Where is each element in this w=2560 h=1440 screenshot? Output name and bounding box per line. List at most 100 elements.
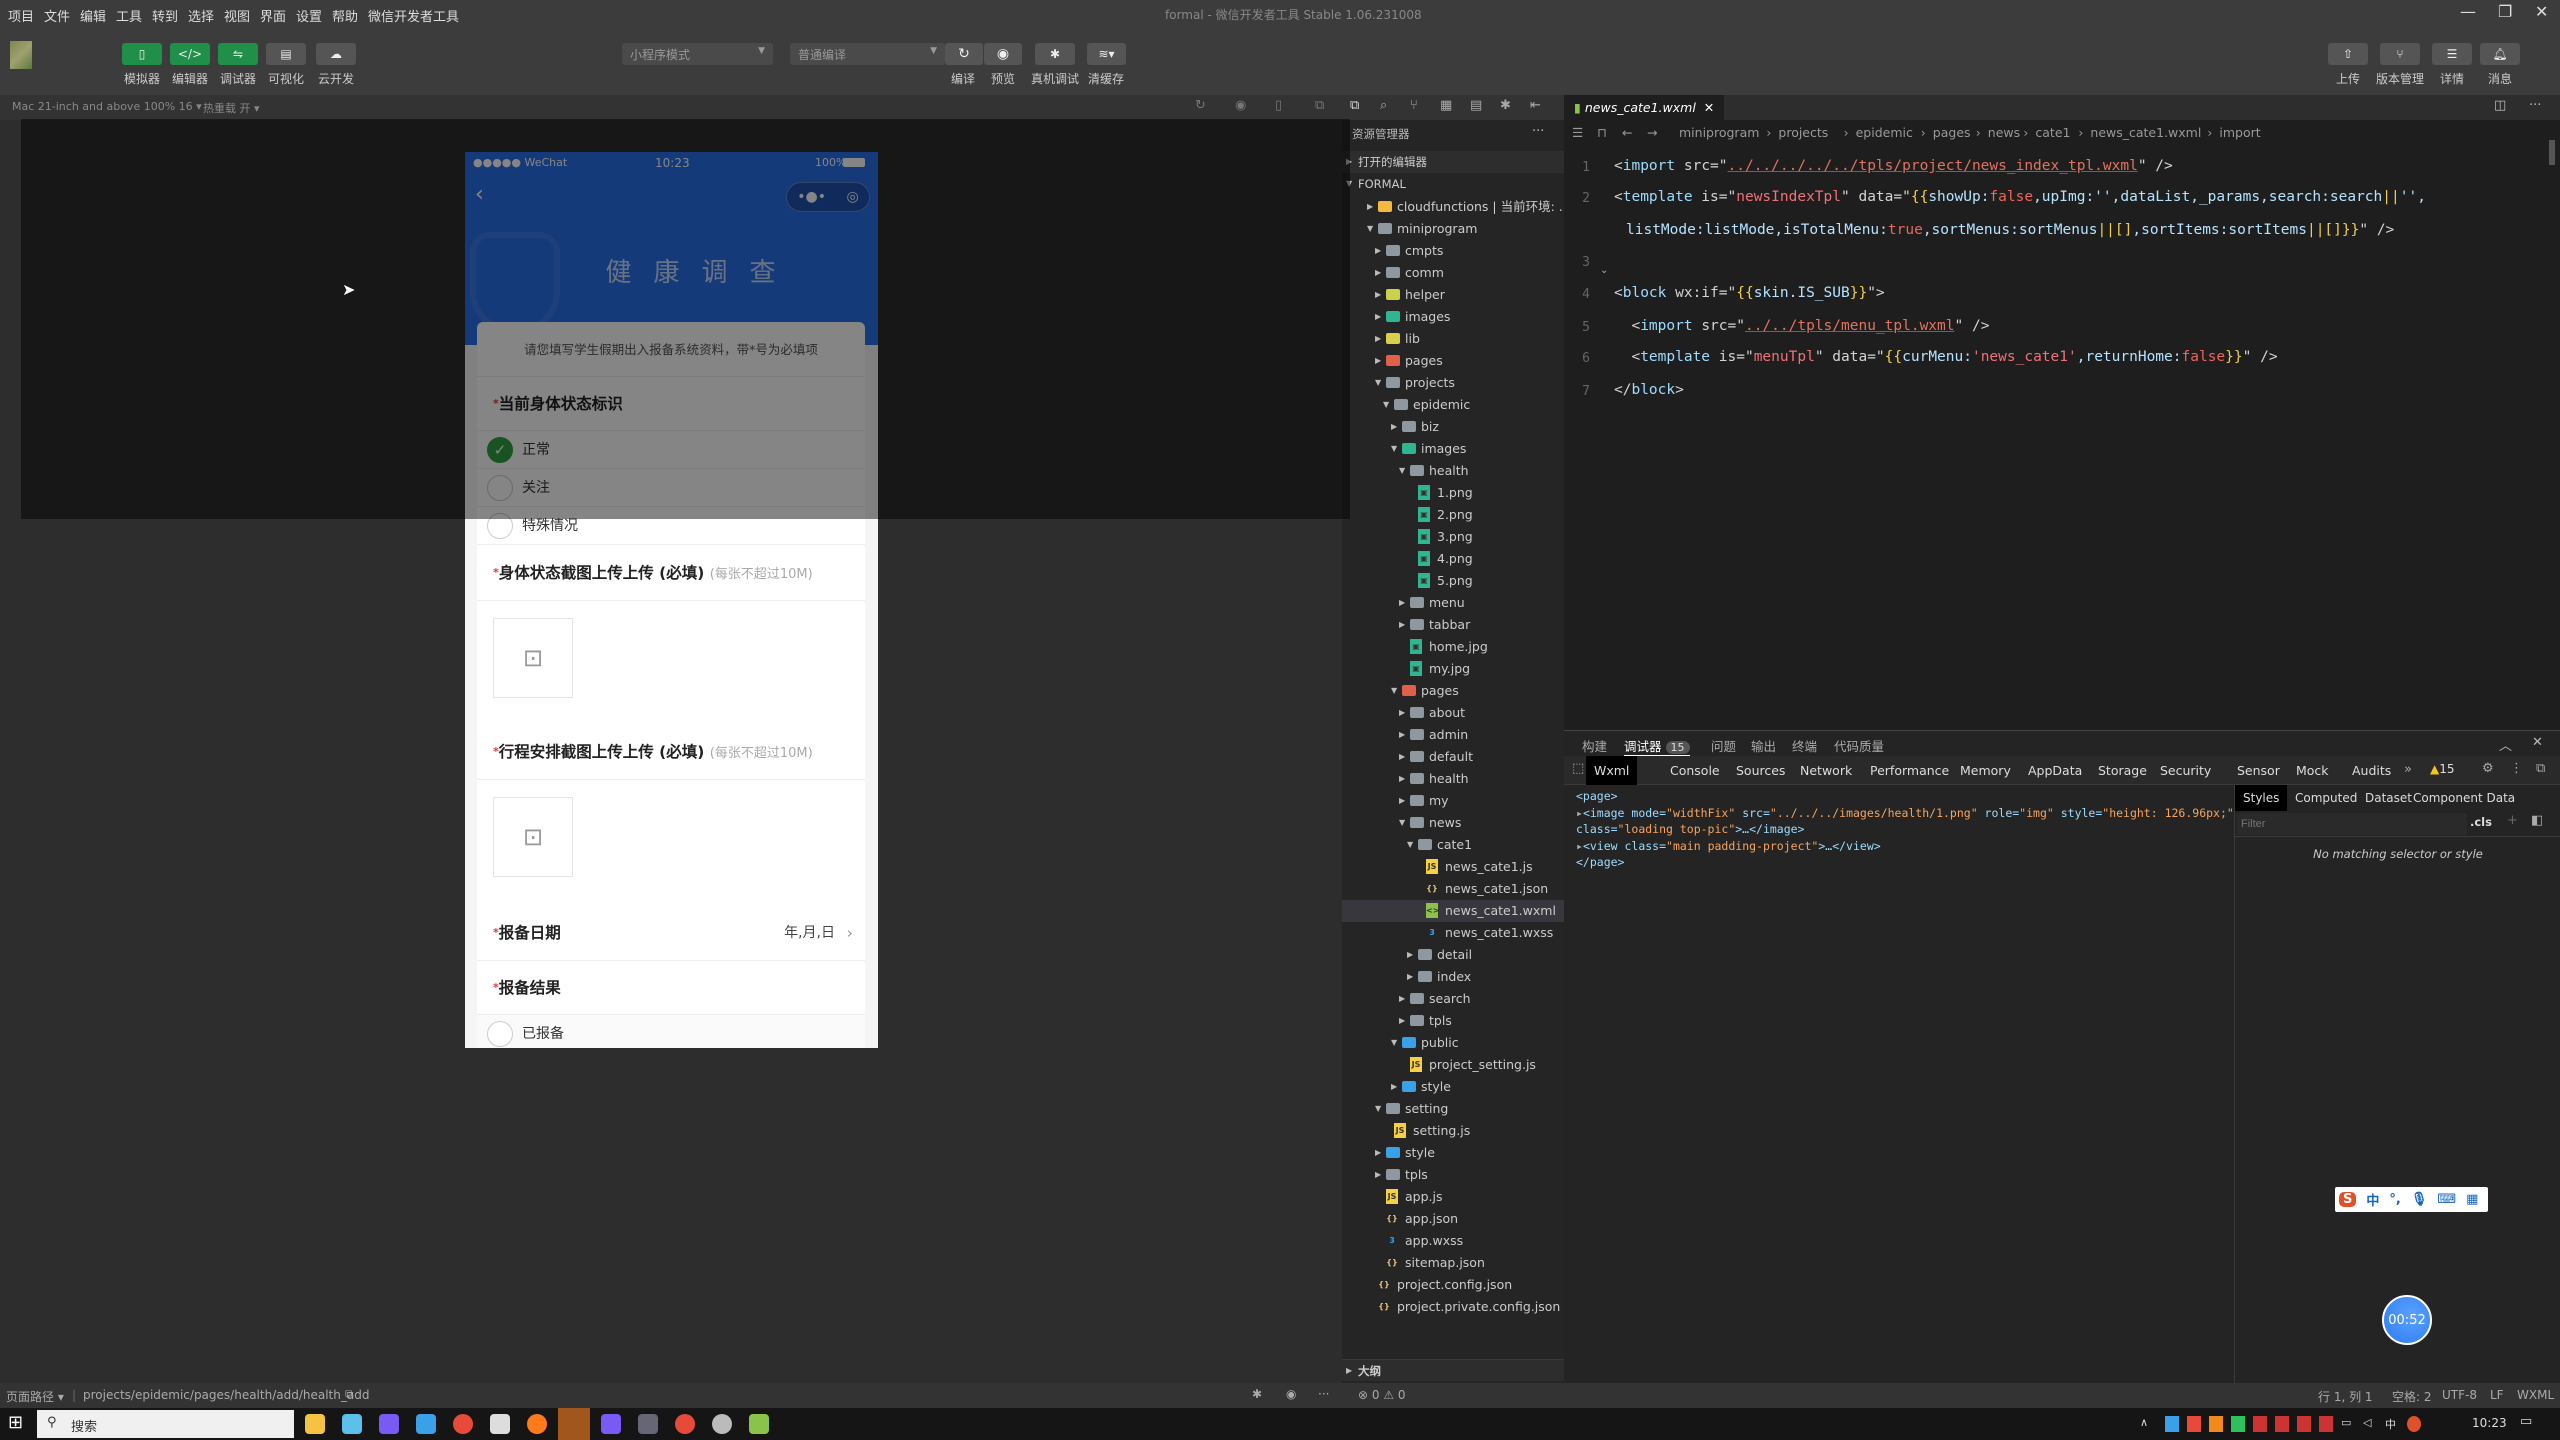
menu-item[interactable]: 选择 <box>188 6 214 25</box>
sidebar-toggle-icon[interactable]: ◧ <box>2531 813 2543 828</box>
ime-punctuation[interactable]: °, <box>2389 1192 2400 1207</box>
tray-icon[interactable] <box>2297 1416 2311 1432</box>
tray-icon[interactable] <box>2275 1416 2289 1432</box>
device-select[interactable]: Mac 21-inch and above 100% 16 ▾ <box>12 100 202 113</box>
tree-folder[interactable]: ▼ images <box>1342 438 1564 460</box>
input-method-icon[interactable]: 中 <box>2385 1416 2399 1432</box>
eye-icon[interactable]: ◉ <box>1286 1387 1296 1401</box>
caret-right-icon[interactable]: ▶ <box>1375 262 1381 284</box>
cls-toggle[interactable]: .cls <box>2470 815 2492 829</box>
compile-button[interactable]: ↻ <box>945 43 983 65</box>
clear-cache-button[interactable]: ≋▾ <box>1087 43 1126 65</box>
tree-folder[interactable]: ▶ tabbar <box>1342 614 1564 636</box>
active-app-icon[interactable] <box>558 1408 590 1440</box>
code-line[interactable]: </block> <box>1614 382 1684 398</box>
tree-folder[interactable]: ▶ images <box>1342 306 1564 328</box>
tree-file[interactable]: 3 news_cate1.wxss <box>1342 922 1564 944</box>
code-line[interactable]: <template is="menuTpl" data="{{curMenu:'… <box>1614 349 2277 365</box>
radio-icon[interactable] <box>487 1021 513 1047</box>
more-icon[interactable]: ··· <box>1532 124 1544 139</box>
tree-file[interactable]: <> news_cate1.wxml <box>1342 900 1564 922</box>
tree-file[interactable]: ▣ home.jpg <box>1342 636 1564 658</box>
caret-right-icon[interactable]: ▶ <box>1375 1164 1381 1186</box>
debugger-tab[interactable]: 构建 <box>1582 736 1607 755</box>
preview-button[interactable]: ◉ <box>984 43 1022 65</box>
breadcrumb-item[interactable]: news <box>1988 125 2020 140</box>
visual-toggle[interactable]: ▤ <box>266 43 306 65</box>
tree-folder[interactable]: ▼ setting <box>1342 1098 1564 1120</box>
caret-right-icon[interactable]: ▶ <box>1407 944 1413 966</box>
remote-debug-button[interactable]: ✱ <box>1035 43 1075 65</box>
styles-tab-component-data[interactable]: Component Data <box>2405 785 2523 811</box>
chrome-app-icon[interactable] <box>675 1414 695 1434</box>
tree-file[interactable]: JS project_setting.js <box>1342 1054 1564 1076</box>
tree-folder[interactable]: ▶ detail <box>1342 944 1564 966</box>
caret-right-icon[interactable]: ▶ <box>1399 988 1405 1010</box>
code-line[interactable]: <import src="../../../../../tpls/project… <box>1614 158 2173 174</box>
wxml-node[interactable]: ▸<image mode="widthFix" src="../../../im… <box>1576 806 2234 820</box>
git-icon[interactable]: ⑂ <box>1410 98 1418 113</box>
simulator-toggle[interactable]: ▯ <box>122 43 162 65</box>
tree-folder[interactable]: ▼ cate1 <box>1342 834 1564 856</box>
tab-news-cate1-wxml[interactable]: ▮ news_cate1.wxml ✕ <box>1564 95 1724 120</box>
devtools-tab-performance[interactable]: Performance <box>1862 756 1957 785</box>
menu-item[interactable]: 帮助 <box>332 6 358 25</box>
code-line[interactable]: <block wx:if="{{skin.IS_SUB}}"> <box>1614 285 1885 301</box>
editor-toggle[interactable]: </> <box>170 43 210 65</box>
caret-right-icon[interactable]: ▶ <box>1399 768 1405 790</box>
devtools-tab-sources[interactable]: Sources <box>1728 756 1793 785</box>
more-icon[interactable]: ··· <box>2529 98 2541 113</box>
file-explorer-app-icon[interactable] <box>305 1414 325 1434</box>
caret-right-icon[interactable]: ▶ <box>1407 966 1413 988</box>
caret-down-icon[interactable]: ▼ <box>1391 1032 1397 1054</box>
back-icon[interactable]: ← <box>1622 125 1632 140</box>
caret-right-icon[interactable]: ▶ <box>1399 702 1405 724</box>
tree-file[interactable]: {} project.config.json <box>1342 1274 1564 1296</box>
volume-icon[interactable]: ◁ <box>2363 1416 2377 1432</box>
taskbar-search[interactable]: ⚲ 搜索 <box>37 1410 294 1438</box>
close-panel-icon[interactable]: ✕ <box>2532 735 2543 750</box>
microphone-icon[interactable]: 🎙︎ <box>2411 1192 2428 1207</box>
gear-icon[interactable]: ⚙ <box>2482 761 2494 776</box>
windows-start-icon[interactable]: ⊞ <box>8 1412 23 1433</box>
code-line[interactable]: <template is="newsIndexTpl" data="{{show… <box>1614 189 2426 205</box>
code-line[interactable]: <import src="../../tpls/menu_tpl.wxml" /… <box>1614 318 1989 334</box>
compile-select[interactable]: 普通编译 ▼ <box>790 43 945 65</box>
phone-icon[interactable]: ▯ <box>1275 98 1282 113</box>
debugger-toggle[interactable]: ⇋ <box>218 43 258 65</box>
add-rule-icon[interactable]: + <box>2507 813 2518 828</box>
tree-file[interactable]: ▣ 4.png <box>1342 548 1564 570</box>
caret-down-icon[interactable]: ▼ <box>1391 438 1397 460</box>
wxml-node[interactable]: class="loading top-pic">…</image> <box>1576 822 1805 836</box>
styles-tab-computed[interactable]: Computed <box>2287 785 2365 811</box>
tree-folder[interactable]: ▼ epidemic <box>1342 394 1564 416</box>
caret-right-icon[interactable]: ▶ <box>1391 416 1397 438</box>
more-icon[interactable]: ··· <box>1318 1387 1329 1401</box>
tree-folder[interactable]: ▼ health <box>1342 460 1564 482</box>
tree-file[interactable]: ▣ 3.png <box>1342 526 1564 548</box>
menu-item[interactable]: 微信开发者工具 <box>368 6 459 25</box>
caret-down-icon[interactable]: ▼ <box>1399 812 1405 834</box>
tree-file[interactable]: ▣ my.jpg <box>1342 658 1564 680</box>
forward-icon[interactable]: → <box>1647 125 1657 140</box>
editor-scrollbar[interactable] <box>2549 140 2555 165</box>
menu-item[interactable]: 转到 <box>152 6 178 25</box>
tree-folder[interactable]: ▶ my <box>1342 790 1564 812</box>
tree-file[interactable]: ▣ 5.png <box>1342 570 1564 592</box>
devtools-tab-console[interactable]: Console <box>1662 756 1728 785</box>
caret-right-icon[interactable]: ▶ <box>1391 1076 1397 1098</box>
app-icon[interactable] <box>379 1414 399 1434</box>
wxml-node[interactable]: </page> <box>1576 855 1624 869</box>
language-mode[interactable]: WXML <box>2517 1388 2554 1402</box>
tree-folder[interactable]: ▶ cloudfunctions | 当前环境: ... <box>1342 196 1564 218</box>
problems-count[interactable]: ⊗ 0 ⚠ 0 <box>1358 1388 1406 1402</box>
caret-right-icon[interactable]: ▶ <box>1375 328 1381 350</box>
encoding[interactable]: UTF-8 <box>2442 1388 2477 1402</box>
caret-down-icon[interactable]: ▼ <box>1407 834 1413 856</box>
tree-file[interactable]: {} app.json <box>1342 1208 1564 1230</box>
close-window-button[interactable]: ✕ <box>2535 2 2548 21</box>
devtools-tab-sensor[interactable]: Sensor <box>2229 756 2288 785</box>
caret-right-icon[interactable]: ▶ <box>1375 284 1381 306</box>
devtools-tab-security[interactable]: Security <box>2152 756 2219 785</box>
page-path-select[interactable]: 页面路径 ▾ <box>6 1388 64 1405</box>
